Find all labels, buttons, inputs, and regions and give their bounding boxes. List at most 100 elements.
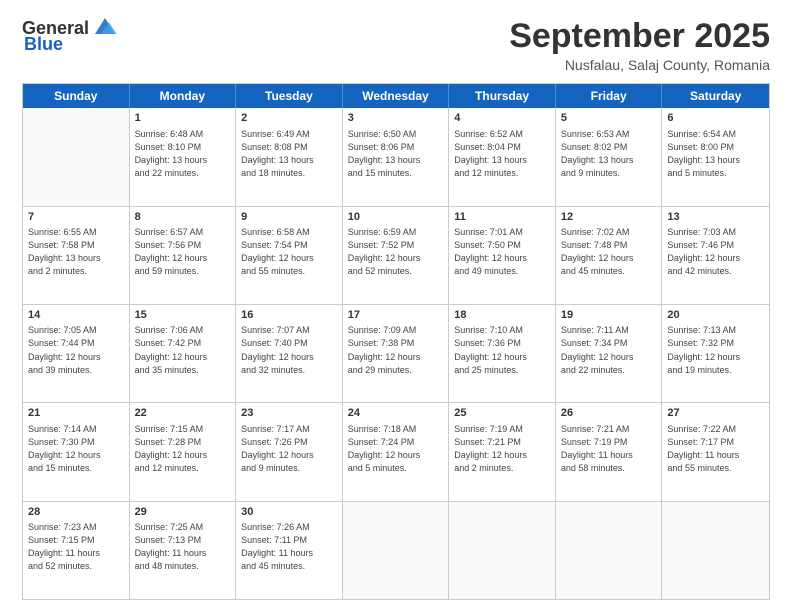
calendar-week-2: 7Sunrise: 6:55 AMSunset: 7:58 PMDaylight… bbox=[23, 206, 769, 304]
day-info: Sunrise: 7:26 AMSunset: 7:11 PMDaylight:… bbox=[241, 521, 337, 573]
day-number: 25 bbox=[454, 406, 550, 421]
header-day-friday: Friday bbox=[556, 84, 663, 108]
calendar-day-empty bbox=[343, 502, 450, 599]
calendar-day-3: 3 Sunrise: 6:50 AMSunset: 8:06 PMDaylight… bbox=[343, 108, 450, 205]
day-number: 10 bbox=[348, 210, 444, 225]
day-number: 12 bbox=[561, 210, 657, 225]
calendar-day-6: 6 Sunrise: 6:54 AMSunset: 8:00 PMDaylight… bbox=[662, 108, 769, 205]
logo: General Blue bbox=[22, 18, 119, 55]
calendar-day-21: 21 Sunrise: 7:14 AMSunset: 7:30 PMDayligh… bbox=[23, 403, 130, 500]
calendar-day-empty bbox=[662, 502, 769, 599]
day-number: 1 bbox=[135, 111, 231, 126]
header-day-tuesday: Tuesday bbox=[236, 84, 343, 108]
day-number: 2 bbox=[241, 111, 337, 126]
calendar-day-2: 2Sunrise: 6:49 AMSunset: 8:08 PMDaylight… bbox=[236, 108, 343, 205]
header-day-monday: Monday bbox=[130, 84, 237, 108]
day-number: 27 bbox=[667, 406, 764, 421]
day-number: 22 bbox=[135, 406, 231, 421]
day-number: 26 bbox=[561, 406, 657, 421]
day-number: 15 bbox=[135, 308, 231, 323]
day-number: 23 bbox=[241, 406, 337, 421]
day-number: 7 bbox=[28, 210, 124, 225]
calendar-day-23: 23 Sunrise: 7:17 AMSunset: 7:26 PMDayligh… bbox=[236, 403, 343, 500]
day-info: Sunrise: 6:57 AMSunset: 7:56 PMDaylight:… bbox=[135, 226, 231, 278]
day-info: Sunrise: 7:02 AMSunset: 7:48 PMDaylight:… bbox=[561, 226, 657, 278]
day-number: 19 bbox=[561, 308, 657, 323]
calendar-body: 1 Sunrise: 6:48 AMSunset: 8:10 PMDaylight… bbox=[23, 108, 769, 599]
day-info: Sunrise: 7:13 AMSunset: 7:32 PMDaylight:… bbox=[667, 324, 764, 376]
day-info: Sunrise: 7:23 AMSunset: 7:15 PMDaylight:… bbox=[28, 521, 124, 573]
day-info: Sunrise: 7:07 AMSunset: 7:40 PMDaylight:… bbox=[241, 324, 337, 376]
calendar-day-7: 7Sunrise: 6:55 AMSunset: 7:58 PMDaylight… bbox=[23, 207, 130, 304]
day-number: 17 bbox=[348, 308, 444, 323]
day-number: 3 bbox=[348, 111, 444, 126]
calendar-day-17: 17Sunrise: 7:09 AMSunset: 7:38 PMDayligh… bbox=[343, 305, 450, 402]
calendar-day-8: 8Sunrise: 6:57 AMSunset: 7:56 PMDaylight… bbox=[130, 207, 237, 304]
day-info: Sunrise: 6:54 AMSunset: 8:00 PMDaylight:… bbox=[667, 128, 764, 180]
day-info: Sunrise: 7:05 AMSunset: 7:44 PMDaylight:… bbox=[28, 324, 124, 376]
day-info: Sunrise: 6:52 AMSunset: 8:04 PMDaylight:… bbox=[454, 128, 550, 180]
day-info: Sunrise: 7:25 AMSunset: 7:13 PMDaylight:… bbox=[135, 521, 231, 573]
day-number: 30 bbox=[241, 505, 337, 520]
day-info: Sunrise: 7:19 AMSunset: 7:21 PMDaylight:… bbox=[454, 423, 550, 475]
calendar-day-29: 29Sunrise: 7:25 AMSunset: 7:13 PMDayligh… bbox=[130, 502, 237, 599]
day-info: Sunrise: 7:22 AMSunset: 7:17 PMDaylight:… bbox=[667, 423, 764, 475]
day-number: 13 bbox=[667, 210, 764, 225]
calendar-day-25: 25 Sunrise: 7:19 AMSunset: 7:21 PMDayligh… bbox=[449, 403, 556, 500]
logo-icon bbox=[91, 16, 119, 38]
day-number: 24 bbox=[348, 406, 444, 421]
day-number: 16 bbox=[241, 308, 337, 323]
day-number: 11 bbox=[454, 210, 550, 225]
day-info: Sunrise: 6:59 AMSunset: 7:52 PMDaylight:… bbox=[348, 226, 444, 278]
day-info: Sunrise: 7:09 AMSunset: 7:38 PMDaylight:… bbox=[348, 324, 444, 376]
calendar-day-28: 28Sunrise: 7:23 AMSunset: 7:15 PMDayligh… bbox=[23, 502, 130, 599]
calendar-day-15: 15Sunrise: 7:06 AMSunset: 7:42 PMDayligh… bbox=[130, 305, 237, 402]
day-number: 20 bbox=[667, 308, 764, 323]
page: General Blue September 2025 Nusfalau, Sa… bbox=[0, 0, 792, 612]
calendar-day-4: 4 Sunrise: 6:52 AMSunset: 8:04 PMDaylight… bbox=[449, 108, 556, 205]
header-day-thursday: Thursday bbox=[449, 84, 556, 108]
calendar-day-16: 16Sunrise: 7:07 AMSunset: 7:40 PMDayligh… bbox=[236, 305, 343, 402]
calendar-day-26: 26Sunrise: 7:21 AMSunset: 7:19 PMDayligh… bbox=[556, 403, 663, 500]
day-info: Sunrise: 7:06 AMSunset: 7:42 PMDaylight:… bbox=[135, 324, 231, 376]
day-info: Sunrise: 7:10 AMSunset: 7:36 PMDaylight:… bbox=[454, 324, 550, 376]
day-number: 6 bbox=[667, 111, 764, 126]
title-block: September 2025 Nusfalau, Salaj County, R… bbox=[509, 18, 770, 73]
calendar-day-30: 30Sunrise: 7:26 AMSunset: 7:11 PMDayligh… bbox=[236, 502, 343, 599]
calendar-week-5: 28Sunrise: 7:23 AMSunset: 7:15 PMDayligh… bbox=[23, 501, 769, 599]
calendar-day-13: 13Sunrise: 7:03 AMSunset: 7:46 PMDayligh… bbox=[662, 207, 769, 304]
calendar-day-12: 12Sunrise: 7:02 AMSunset: 7:48 PMDayligh… bbox=[556, 207, 663, 304]
day-number: 29 bbox=[135, 505, 231, 520]
day-number: 8 bbox=[135, 210, 231, 225]
header-day-wednesday: Wednesday bbox=[343, 84, 450, 108]
day-number: 9 bbox=[241, 210, 337, 225]
calendar-day-9: 9Sunrise: 6:58 AMSunset: 7:54 PMDaylight… bbox=[236, 207, 343, 304]
calendar-day-22: 22Sunrise: 7:15 AMSunset: 7:28 PMDayligh… bbox=[130, 403, 237, 500]
day-info: Sunrise: 6:55 AMSunset: 7:58 PMDaylight:… bbox=[28, 226, 124, 278]
day-info: Sunrise: 7:17 AMSunset: 7:26 PMDaylight:… bbox=[241, 423, 337, 475]
logo-blue: Blue bbox=[24, 34, 63, 55]
day-info: Sunrise: 7:11 AMSunset: 7:34 PMDaylight:… bbox=[561, 324, 657, 376]
calendar-day-27: 27 Sunrise: 7:22 AMSunset: 7:17 PMDayligh… bbox=[662, 403, 769, 500]
day-info: Sunrise: 7:18 AMSunset: 7:24 PMDaylight:… bbox=[348, 423, 444, 475]
calendar-day-11: 11Sunrise: 7:01 AMSunset: 7:50 PMDayligh… bbox=[449, 207, 556, 304]
day-info: Sunrise: 6:58 AMSunset: 7:54 PMDaylight:… bbox=[241, 226, 337, 278]
day-number: 28 bbox=[28, 505, 124, 520]
day-info: Sunrise: 7:14 AMSunset: 7:30 PMDaylight:… bbox=[28, 423, 124, 475]
calendar-day-19: 19Sunrise: 7:11 AMSunset: 7:34 PMDayligh… bbox=[556, 305, 663, 402]
day-number: 18 bbox=[454, 308, 550, 323]
day-number: 21 bbox=[28, 406, 124, 421]
calendar-day-24: 24 Sunrise: 7:18 AMSunset: 7:24 PMDayligh… bbox=[343, 403, 450, 500]
day-info: Sunrise: 6:50 AMSunset: 8:06 PMDaylight:… bbox=[348, 128, 444, 180]
calendar-day-14: 14Sunrise: 7:05 AMSunset: 7:44 PMDayligh… bbox=[23, 305, 130, 402]
day-number: 5 bbox=[561, 111, 657, 126]
calendar-day-18: 18Sunrise: 7:10 AMSunset: 7:36 PMDayligh… bbox=[449, 305, 556, 402]
header-day-sunday: Sunday bbox=[23, 84, 130, 108]
calendar-day-20: 20Sunrise: 7:13 AMSunset: 7:32 PMDayligh… bbox=[662, 305, 769, 402]
day-info: Sunrise: 6:48 AMSunset: 8:10 PMDaylight:… bbox=[135, 128, 231, 180]
calendar-day-5: 5Sunrise: 6:53 AMSunset: 8:02 PMDaylight… bbox=[556, 108, 663, 205]
day-number: 4 bbox=[454, 111, 550, 126]
day-number: 14 bbox=[28, 308, 124, 323]
calendar-week-1: 1 Sunrise: 6:48 AMSunset: 8:10 PMDaylight… bbox=[23, 108, 769, 205]
calendar-day-1: 1 Sunrise: 6:48 AMSunset: 8:10 PMDaylight… bbox=[130, 108, 237, 205]
